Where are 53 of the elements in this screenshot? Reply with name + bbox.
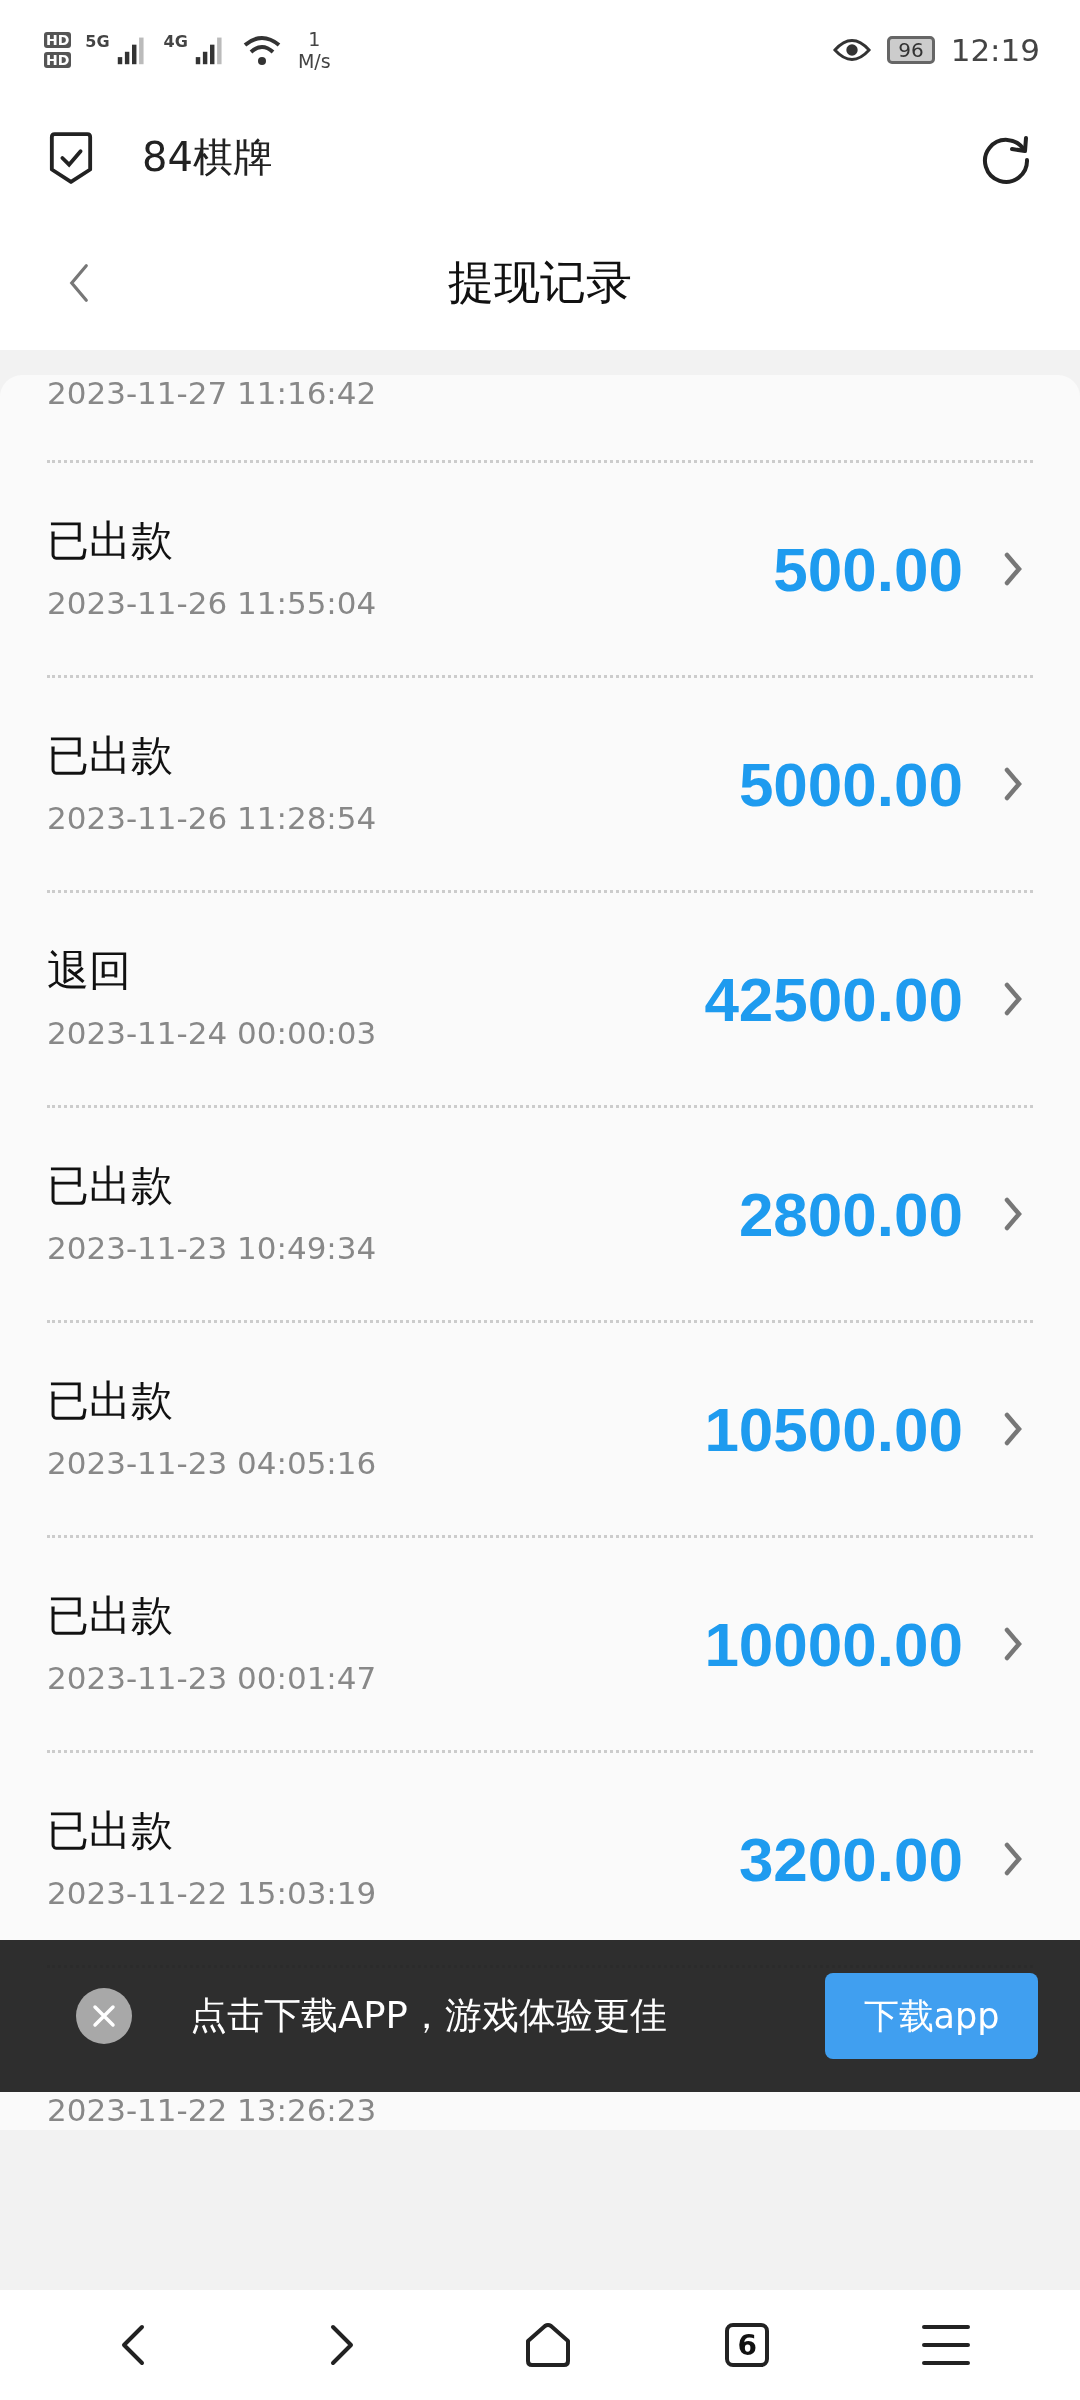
speed-unit: M/s xyxy=(297,50,331,72)
record-status: 已出款 xyxy=(47,730,174,782)
record-row[interactable]: 已出款 2023-11-23 04:05:16 10500.00 xyxy=(47,1354,1033,1504)
battery-indicator: 96 xyxy=(887,36,935,64)
clock-time: 12:19 xyxy=(950,32,1040,68)
record-status: 已出款 xyxy=(47,1590,174,1642)
record-amount: 42500.00 xyxy=(704,963,963,1035)
chevron-right-icon xyxy=(1003,766,1023,802)
record-row[interactable]: 已出款 2023-11-22 15:03:19 3200.00 xyxy=(47,1784,1033,1934)
chevron-right-icon xyxy=(1003,1196,1023,1232)
record-date: 2023-11-23 00:01:47 xyxy=(47,1660,378,1696)
tabs-button[interactable]: 6 xyxy=(725,2323,770,2367)
network-label: 5G xyxy=(85,32,110,51)
network-label: 4G xyxy=(163,32,188,51)
chevron-right-icon xyxy=(1003,1841,1023,1877)
record-status: 退回 xyxy=(47,945,132,997)
chevron-right-icon xyxy=(1003,1411,1023,1447)
record-row[interactable]: 已出款 2023-11-26 11:55:04 500.00 xyxy=(47,494,1033,644)
record-status: 已出款 xyxy=(47,515,174,567)
speed-value: 1 xyxy=(308,28,321,50)
record-date: 2023-11-22 15:03:19 xyxy=(47,1875,378,1911)
close-icon[interactable] xyxy=(76,1988,132,2044)
page-title: 提现记录 xyxy=(448,253,632,311)
record-row[interactable]: 已出款 2023-11-23 00:01:47 10000.00 xyxy=(47,1569,1033,1719)
record-amount: 5000.00 xyxy=(738,748,963,820)
record-date: 2023-11-22 13:26:23 xyxy=(47,2092,377,2128)
eye-icon xyxy=(833,36,872,64)
record-date: 2023-11-26 11:55:04 xyxy=(47,585,378,621)
chevron-right-icon xyxy=(1003,551,1023,587)
record-row[interactable]: 已出款 2023-11-23 10:49:34 2800.00 xyxy=(47,1139,1033,1289)
record-date: 2023-11-23 10:49:34 xyxy=(47,1230,378,1266)
record-amount: 10500.00 xyxy=(704,1393,963,1465)
record-status: 已出款 xyxy=(47,1805,174,1857)
record-row[interactable]: 退回 2023-11-24 00:00:03 42500.00 xyxy=(47,924,1033,1074)
banner-message: 点击下载APP，游戏体验更佳 xyxy=(190,1993,668,2039)
hd-label: HD xyxy=(44,52,72,68)
record-amount: 3200.00 xyxy=(738,1823,963,1895)
record-amount: 500.00 xyxy=(773,533,963,605)
record-date: 2023-11-24 00:00:03 xyxy=(47,1015,378,1051)
record-amount: 2800.00 xyxy=(738,1178,963,1250)
record-date: 2023-11-27 11:16:42 xyxy=(47,375,377,411)
chevron-right-icon xyxy=(1003,981,1023,1017)
hd-label: HD xyxy=(44,32,72,48)
wifi-icon xyxy=(241,33,282,67)
record-amount: 10000.00 xyxy=(704,1608,963,1680)
record-status: 已出款 xyxy=(47,1375,174,1427)
site-title: 84棋牌 xyxy=(142,133,274,182)
record-date: 2023-11-26 11:28:54 xyxy=(47,800,378,836)
shield-check-icon[interactable] xyxy=(48,130,94,185)
record-date: 2023-11-23 04:05:16 xyxy=(47,1445,378,1481)
record-status: 已出款 xyxy=(47,1160,174,1212)
record-row[interactable]: 已出款 2023-11-26 11:28:54 5000.00 xyxy=(47,709,1033,859)
chevron-right-icon xyxy=(1003,1626,1023,1662)
